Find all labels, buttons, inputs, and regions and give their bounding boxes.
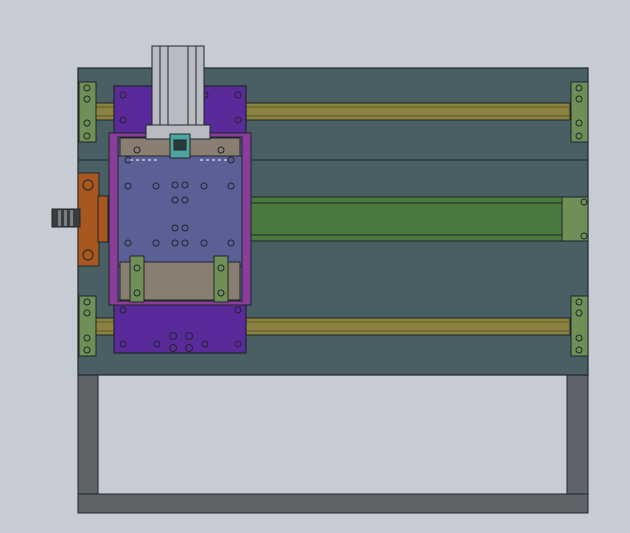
rod-clevis [173, 139, 187, 151]
left-leg[interactable] [77, 374, 99, 514]
right-leg[interactable] [566, 374, 589, 514]
lower-block-bracket-left[interactable] [129, 255, 145, 303]
cad-viewport[interactable] [0, 0, 630, 533]
motor-mount-plate[interactable] [77, 172, 100, 267]
coupling-groove [70, 210, 73, 226]
lower-block-bracket-right[interactable] [213, 255, 229, 303]
base-frame[interactable] [77, 374, 589, 514]
coupling-block[interactable] [97, 195, 109, 243]
coupling-groove [64, 210, 67, 226]
screw-end-support[interactable] [561, 196, 589, 242]
coupling-groove [58, 210, 61, 226]
bottom-crossbar[interactable] [77, 493, 589, 514]
cad-drawing [0, 0, 630, 533]
frame-opening [97, 374, 568, 495]
